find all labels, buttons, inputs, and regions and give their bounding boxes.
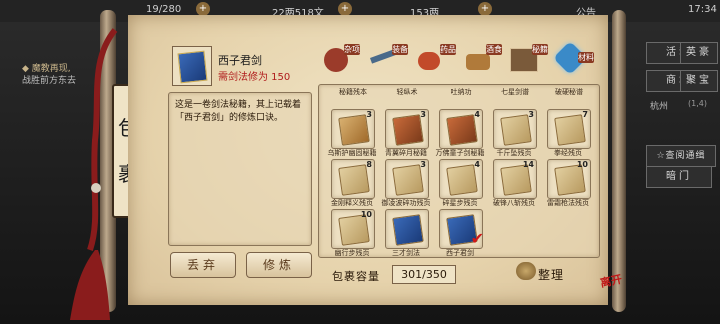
category-tabs: 杂项 装备 药品 酒食 秘籍 材料 bbox=[320, 41, 594, 78]
practice-button[interactable]: 修炼 bbox=[246, 252, 312, 278]
location-coords: (1,4) bbox=[688, 99, 707, 108]
scroll-rod-right bbox=[612, 10, 626, 312]
add-stamina-icon[interactable]: + bbox=[196, 2, 210, 16]
item-name-label: 青翼碎月秘籍 bbox=[385, 149, 427, 157]
inventory-slot[interactable]: 14 bbox=[493, 159, 537, 199]
add-ingots-icon[interactable]: + bbox=[478, 2, 492, 16]
manual-book-icon bbox=[338, 164, 370, 196]
item-name-label: 破锋八斩残页 bbox=[493, 199, 535, 207]
item-count: 8 bbox=[366, 160, 372, 169]
inventory-slot[interactable]: 3 bbox=[493, 109, 537, 149]
inventory-slot[interactable]: 3 bbox=[385, 109, 429, 149]
item-count: 7 bbox=[582, 110, 588, 119]
inventory-slot[interactable]: 10 bbox=[331, 209, 375, 249]
item-count: 3 bbox=[420, 160, 426, 169]
category-fruit-icon[interactable] bbox=[418, 52, 440, 70]
selected-item-name: 西子君剑 bbox=[218, 54, 262, 67]
inventory-slot[interactable]: 7 bbox=[547, 109, 591, 149]
manual-book-icon bbox=[446, 164, 478, 196]
sort-button[interactable]: 整理 bbox=[538, 266, 564, 283]
capacity-value: 301/350 bbox=[392, 265, 456, 284]
item-label-partial: 七星剑谱 bbox=[501, 88, 529, 96]
item-name-label: 西子君剑 bbox=[446, 249, 474, 257]
inventory-slot[interactable]: 3 bbox=[331, 109, 375, 149]
manual-book-icon bbox=[392, 214, 424, 246]
manual-book-icon bbox=[500, 114, 532, 146]
item-count: 3 bbox=[366, 110, 372, 119]
item-label-partial: 轻纵术 bbox=[396, 88, 418, 96]
item-name-label: 雷霜枪法残页 bbox=[547, 199, 589, 207]
inventory-slot[interactable]: 8 bbox=[331, 159, 375, 199]
item-description-text: 这是一卷剑法秘籍，其上记载着「西子君剑」的修炼口诀。 bbox=[175, 100, 302, 123]
selected-check-icon: ✔ bbox=[470, 229, 484, 248]
inventory-slot[interactable]: ✔ bbox=[439, 209, 484, 249]
item-name-label: 万佛童子剑秘籍 bbox=[435, 149, 485, 157]
item-name-label: 金刚释义残页 bbox=[331, 199, 373, 207]
manual-book-icon bbox=[446, 114, 478, 146]
item-count: 3 bbox=[528, 110, 534, 119]
inventory-grid: 秘籍残本 轻纵术 吐纳功 七星剑谱 破硬秘谱 3 乌斯护幽固秘籍 3 青翼碎月秘籍 4 万佛童子剑秘… bbox=[318, 84, 600, 258]
inventory-slot[interactable]: 3 bbox=[385, 159, 429, 199]
item-name-label: 三才剑法 bbox=[392, 249, 420, 257]
add-coins-icon[interactable]: + bbox=[338, 2, 352, 16]
item-count: 10 bbox=[360, 210, 372, 219]
clock-time: 17:34 bbox=[688, 4, 717, 15]
sort-bag-icon[interactable] bbox=[516, 262, 536, 280]
item-name-label: 御凌波碎功残页 bbox=[381, 199, 431, 207]
discard-button[interactable]: 丢弃 bbox=[170, 252, 236, 278]
category-material-label[interactable]: 材料 bbox=[578, 52, 594, 63]
capacity-label: 包裹容量 bbox=[332, 270, 380, 283]
ranking-button[interactable]: 英豪 bbox=[680, 42, 718, 64]
inventory-slot[interactable]: 4 bbox=[439, 109, 483, 149]
category-food-icon[interactable] bbox=[466, 54, 490, 70]
category-misc-label[interactable]: 杂项 bbox=[344, 44, 360, 55]
inventory-slot[interactable]: 10 bbox=[547, 159, 591, 199]
manual-book-icon bbox=[392, 164, 424, 196]
category-medicine-label[interactable]: 药品 bbox=[440, 44, 456, 55]
manual-book-icon bbox=[392, 114, 424, 146]
item-name-label: 幽行步残页 bbox=[334, 249, 370, 257]
quest-wanted-button[interactable]: ☆查阅通缉 bbox=[646, 145, 716, 167]
dark-room-button[interactable]: 暗门 bbox=[646, 166, 712, 188]
selected-item-icon[interactable] bbox=[172, 46, 212, 86]
item-count: 4 bbox=[474, 110, 480, 119]
category-manual-label[interactable]: 秘籍 bbox=[532, 44, 548, 55]
item-description-panel: 这是一卷剑法秘籍，其上记载着「西子君剑」的修炼口诀。 bbox=[168, 92, 312, 246]
item-count: 10 bbox=[576, 160, 588, 169]
treasure-button[interactable]: 聚宝 bbox=[680, 70, 718, 92]
item-count: 4 bbox=[474, 160, 480, 169]
item-name-label: 拳经残页 bbox=[554, 149, 582, 157]
item-label-partial: 秘籍残本 bbox=[339, 88, 367, 96]
manual-book-icon bbox=[554, 114, 586, 146]
inventory-slot[interactable]: 4 bbox=[439, 159, 483, 199]
inventory-slot[interactable] bbox=[385, 209, 429, 249]
item-label-partial: 破硬秘谱 bbox=[555, 88, 583, 96]
manual-book-icon bbox=[338, 114, 370, 146]
item-count: 3 bbox=[420, 110, 426, 119]
location-name: 杭州 bbox=[650, 102, 669, 112]
stamina-value: 19/280 bbox=[146, 4, 182, 15]
category-food-label[interactable]: 酒食 bbox=[486, 44, 502, 55]
item-name-label: 千斤坠残页 bbox=[496, 149, 532, 157]
item-name-label: 乌斯护幽固秘籍 bbox=[327, 149, 377, 157]
item-count: 14 bbox=[522, 160, 534, 169]
category-equipment-label[interactable]: 装备 bbox=[392, 44, 408, 55]
item-label-partial: 吐纳功 bbox=[450, 88, 472, 96]
item-name-label: 碎星步残页 bbox=[442, 199, 478, 207]
selected-item-requirement: 需剑法修为 150 bbox=[218, 72, 291, 83]
